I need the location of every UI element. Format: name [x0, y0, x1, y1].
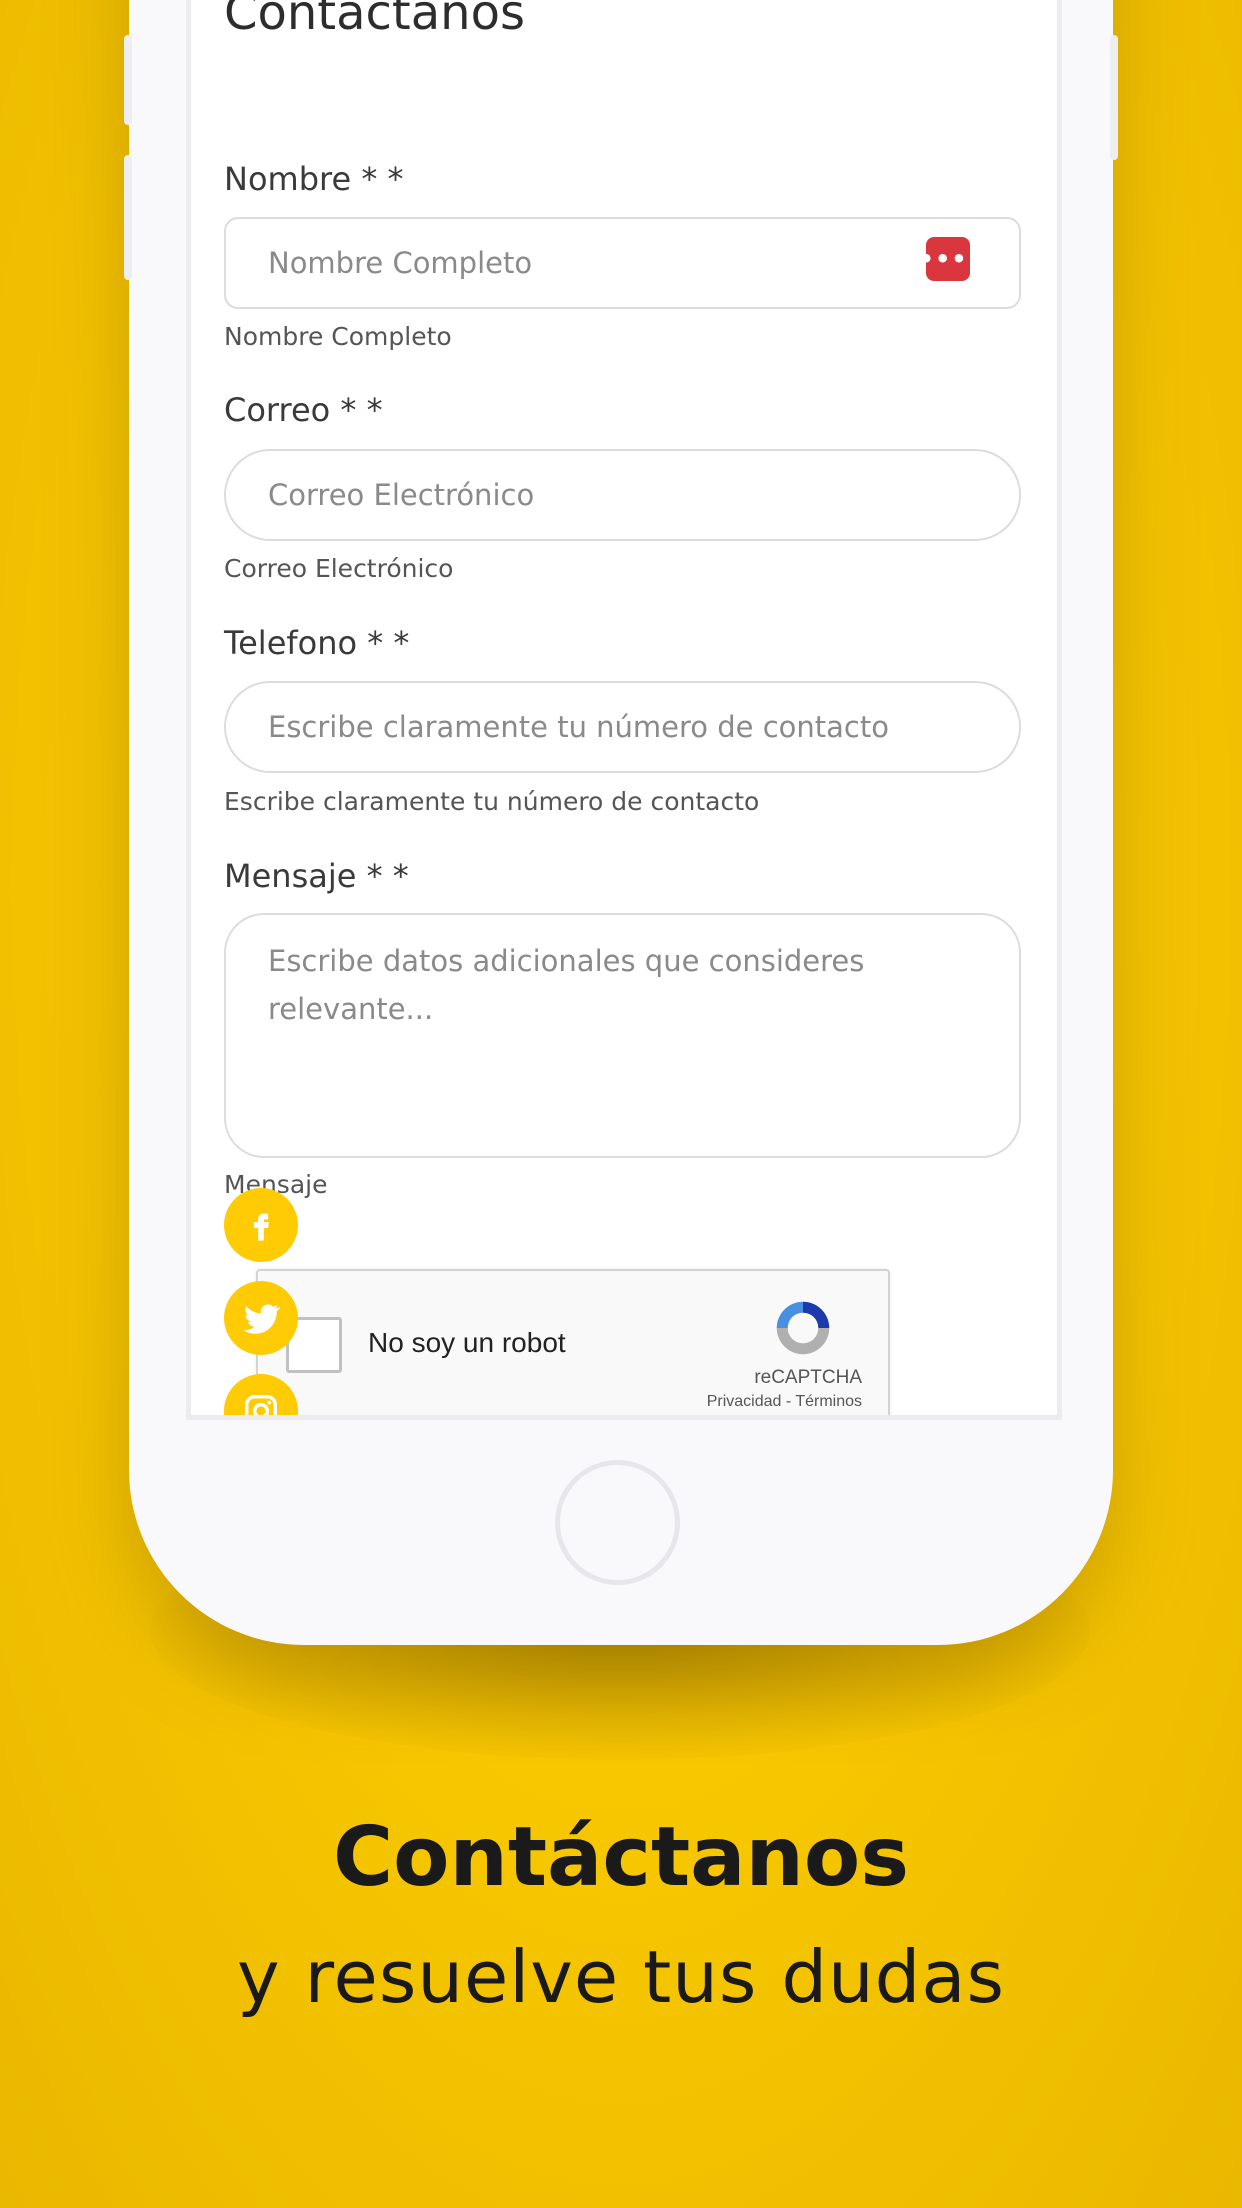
- phone-side-button: [1110, 35, 1118, 160]
- phone-side-button: [124, 35, 132, 125]
- recaptcha-brand: reCAPTCHA: [754, 1367, 862, 1388]
- email-help: Correo Electrónico: [224, 554, 454, 583]
- twitter-icon: [243, 1304, 281, 1334]
- home-button[interactable]: [555, 1460, 680, 1585]
- recaptcha-icon: [776, 1301, 830, 1355]
- email-label: Correo * *: [224, 391, 383, 429]
- recaptcha-links[interactable]: Privacidad - Términos: [707, 1393, 862, 1411]
- password-manager-icon[interactable]: •••|: [919, 237, 976, 281]
- instagram-icon: [245, 1395, 277, 1415]
- email-input[interactable]: [224, 449, 1021, 541]
- message-label: Mensaje * *: [224, 857, 409, 895]
- promo-headline: Contáctanos: [332, 1810, 910, 1905]
- message-textarea[interactable]: [224, 913, 1021, 1158]
- phone-input[interactable]: [224, 681, 1021, 773]
- twitter-button[interactable]: [224, 1281, 298, 1355]
- facebook-button[interactable]: [224, 1188, 298, 1262]
- phone-side-button: [124, 155, 132, 280]
- page-title: Contactanos: [224, 0, 525, 41]
- phone-label: Telefono * *: [224, 624, 410, 662]
- phone-help: Escribe claramente tu número de contacto: [224, 787, 760, 816]
- recaptcha-widget: No soy un robot reCAPTCHA Privacidad - T…: [256, 1269, 890, 1415]
- name-input[interactable]: [224, 217, 1021, 309]
- phone-screen: Contactanos Nombre * * •••| Nombre Compl…: [186, 0, 1062, 1420]
- facebook-icon: [253, 1213, 269, 1241]
- promo-subline: y resuelve tus dudas: [237, 1935, 1005, 2019]
- phone-mockup: Contactanos Nombre * * •••| Nombre Compl…: [124, 0, 1118, 1645]
- name-label: Nombre * *: [224, 160, 404, 198]
- name-help: Nombre Completo: [224, 322, 452, 351]
- recaptcha-label: No soy un robot: [368, 1327, 566, 1358]
